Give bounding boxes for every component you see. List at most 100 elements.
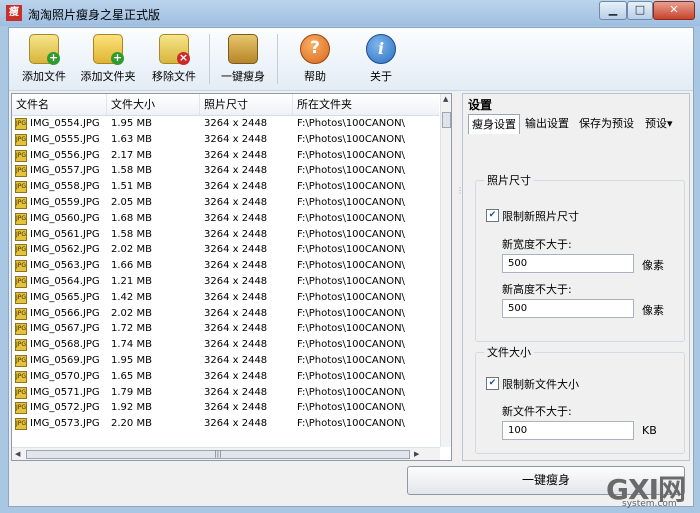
tab-output-settings[interactable]: 输出设置	[522, 114, 572, 133]
cell-filesize: 1.79 MB	[111, 386, 152, 398]
table-row[interactable]: JPG IMG_0556.JPG 2.17 MB 3264 x 2448 F:\Phot…	[12, 148, 439, 164]
cell-filename: IMG_0572.JPG	[30, 402, 100, 414]
cell-filename: IMG_0561.JPG	[30, 228, 100, 240]
width-input[interactable]: 500	[502, 254, 634, 273]
width-unit: 像素	[642, 259, 664, 272]
help-label: 帮助	[304, 70, 326, 83]
toolbar-separator	[209, 34, 210, 84]
limit-photo-size-checkbox[interactable]: ✔	[486, 209, 499, 222]
column-header-dimensions[interactable]: 照片尺寸	[200, 94, 293, 115]
cell-filesize: 1.66 MB	[111, 260, 152, 272]
site-watermark: GXI网 system.com	[606, 468, 696, 512]
cell-dimensions: 3264 x 2448	[204, 354, 268, 366]
add-file-icon: +	[29, 34, 60, 65]
tab-slim-settings[interactable]: 瘦身设置	[468, 114, 520, 134]
cell-filename: IMG_0559.JPG	[30, 196, 100, 208]
table-row[interactable]: JPG IMG_0570.JPG 1.65 MB 3264 x 2448 F:\Phot…	[12, 369, 439, 385]
panel-splitter[interactable]: ⋮	[456, 187, 464, 288]
cell-filesize: 2.17 MB	[111, 149, 152, 161]
cell-folder: F:\Photos\100CANON\	[297, 181, 405, 193]
table-row[interactable]: JPG IMG_0565.JPG 1.42 MB 3264 x 2448 F:\Phot…	[12, 290, 439, 306]
jpg-file-icon: JPG	[15, 354, 27, 367]
cell-folder: F:\Photos\100CANON\	[297, 291, 405, 303]
maximize-icon: □	[634, 3, 646, 16]
list-rows: JPG IMG_0554.JPG 1.95 MB 3264 x 2448 F:\Phot…	[12, 116, 439, 432]
title-bar: 瘦 淘淘照片瘦身之星正式版 ▁ □ ✕	[0, 0, 700, 26]
table-row[interactable]: JPG IMG_0563.JPG 1.66 MB 3264 x 2448 F:\Phot…	[12, 258, 439, 274]
minimize-button[interactable]: ▁	[599, 1, 627, 20]
scroll-up-icon[interactable]: ▲	[443, 95, 448, 103]
cell-filename: IMG_0571.JPG	[30, 386, 100, 398]
max-file-size-input[interactable]: 100	[502, 421, 634, 440]
table-row[interactable]: JPG IMG_0569.JPG 1.95 MB 3264 x 2448 F:\Phot…	[12, 353, 439, 369]
table-row[interactable]: JPG IMG_0562.JPG 2.02 MB 3264 x 2448 F:\Phot…	[12, 242, 439, 258]
jpg-file-icon: JPG	[15, 370, 27, 383]
height-unit: 像素	[642, 304, 664, 317]
tab-save-preset[interactable]: 保存为预设	[576, 114, 637, 133]
file-list[interactable]: 文件名 文件大小 照片尺寸 所在文件夹 JPG IMG_0554.JPG 1.95 …	[11, 93, 452, 461]
jpg-file-icon: JPG	[15, 339, 27, 352]
add-folder-button[interactable]: + 添加文件夹	[77, 34, 139, 86]
column-header-filename[interactable]: 文件名	[12, 94, 107, 115]
cell-dimensions: 3264 x 2448	[204, 133, 268, 145]
column-header-folder[interactable]: 所在文件夹	[293, 94, 439, 115]
help-button[interactable]: ? 帮助	[291, 34, 339, 86]
scroll-right-icon[interactable]: ▶	[414, 450, 419, 458]
cell-filename: IMG_0573.JPG	[30, 418, 100, 430]
table-row[interactable]: JPG IMG_0567.JPG 1.72 MB 3264 x 2448 F:\Phot…	[12, 321, 439, 337]
scroll-left-icon[interactable]: ◀	[15, 450, 20, 458]
jpg-file-icon: JPG	[15, 181, 27, 194]
cell-folder: F:\Photos\100CANON\	[297, 165, 405, 177]
remove-file-button[interactable]: × 移除文件	[147, 34, 201, 86]
cell-folder: F:\Photos\100CANON\	[297, 307, 405, 319]
about-button[interactable]: i 关于	[357, 34, 405, 86]
vertical-scrollbar[interactable]: ▲	[440, 94, 451, 447]
help-icon: ?	[300, 34, 330, 64]
add-folder-icon: +	[93, 34, 124, 65]
table-row[interactable]: JPG IMG_0568.JPG 1.74 MB 3264 x 2448 F:\Phot…	[12, 337, 439, 353]
horizontal-scroll-thumb[interactable]: |||	[26, 450, 410, 459]
cell-folder: F:\Photos\100CANON\	[297, 149, 405, 161]
table-row[interactable]: JPG IMG_0558.JPG 1.51 MB 3264 x 2448 F:\Phot…	[12, 179, 439, 195]
cell-folder: F:\Photos\100CANON\	[297, 339, 405, 351]
table-row[interactable]: JPG IMG_0559.JPG 2.05 MB 3264 x 2448 F:\Phot…	[12, 195, 439, 211]
height-input[interactable]: 500	[502, 299, 634, 318]
tab-presets-dropdown[interactable]: 预设▾	[642, 114, 676, 133]
bottom-bar: 一键瘦身	[9, 460, 693, 506]
table-row[interactable]: JPG IMG_0572.JPG 1.92 MB 3264 x 2448 F:\Phot…	[12, 400, 439, 416]
table-row[interactable]: JPG IMG_0555.JPG 1.63 MB 3264 x 2448 F:\Phot…	[12, 132, 439, 148]
table-row[interactable]: JPG IMG_0566.JPG 2.02 MB 3264 x 2448 F:\Phot…	[12, 306, 439, 322]
cell-dimensions: 3264 x 2448	[204, 181, 268, 193]
cell-folder: F:\Photos\100CANON\	[297, 275, 405, 287]
horizontal-scrollbar[interactable]: ◀ ||| ▶	[12, 447, 440, 460]
cell-filename: IMG_0554.JPG	[30, 118, 100, 129]
table-row[interactable]: JPG IMG_0560.JPG 1.68 MB 3264 x 2448 F:\Phot…	[12, 211, 439, 227]
table-row[interactable]: JPG IMG_0561.JPG 1.58 MB 3264 x 2448 F:\Phot…	[12, 227, 439, 243]
vertical-scroll-thumb[interactable]	[442, 112, 451, 128]
table-row[interactable]: JPG IMG_0573.JPG 2.20 MB 3264 x 2448 F:\Phot…	[12, 416, 439, 432]
column-header-filesize[interactable]: 文件大小	[107, 94, 200, 115]
jpg-file-icon: JPG	[15, 402, 27, 415]
cell-folder: F:\Photos\100CANON\	[297, 418, 405, 430]
table-row[interactable]: JPG IMG_0557.JPG 1.58 MB 3264 x 2448 F:\Phot…	[12, 163, 439, 179]
close-button[interactable]: ✕	[653, 1, 695, 20]
one-click-slim-toolbar-button[interactable]: 一键瘦身	[217, 34, 269, 86]
cell-filename: IMG_0569.JPG	[30, 354, 100, 366]
table-row[interactable]: JPG IMG_0554.JPG 1.95 MB 3264 x 2448 F:\Phot…	[12, 116, 439, 132]
app-window: 瘦 淘淘照片瘦身之星正式版 ▁ □ ✕ + 添加文件 + 添加文件夹 × 移除文…	[0, 0, 700, 513]
main-client: + 添加文件 + 添加文件夹 × 移除文件 一键瘦身 ? 帮助 i 关于 文件名…	[8, 27, 694, 507]
cell-filename: IMG_0570.JPG	[30, 370, 100, 382]
limit-file-size-checkbox[interactable]: ✔	[486, 377, 499, 390]
add-file-button[interactable]: + 添加文件	[19, 34, 69, 86]
maximize-button[interactable]: □	[627, 1, 653, 20]
cell-dimensions: 3264 x 2448	[204, 291, 268, 303]
max-file-size-unit: KB	[642, 424, 657, 437]
cell-dimensions: 3264 x 2448	[204, 260, 268, 272]
file-size-group-label: 文件大小	[484, 344, 534, 360]
table-row[interactable]: JPG IMG_0564.JPG 1.21 MB 3264 x 2448 F:\Phot…	[12, 274, 439, 290]
minimize-icon: ▁	[608, 3, 618, 16]
table-row[interactable]: JPG IMG_0571.JPG 1.79 MB 3264 x 2448 F:\Phot…	[12, 385, 439, 401]
jpg-file-icon: JPG	[15, 165, 27, 178]
cell-folder: F:\Photos\100CANON\	[297, 370, 405, 382]
cell-folder: F:\Photos\100CANON\	[297, 323, 405, 335]
